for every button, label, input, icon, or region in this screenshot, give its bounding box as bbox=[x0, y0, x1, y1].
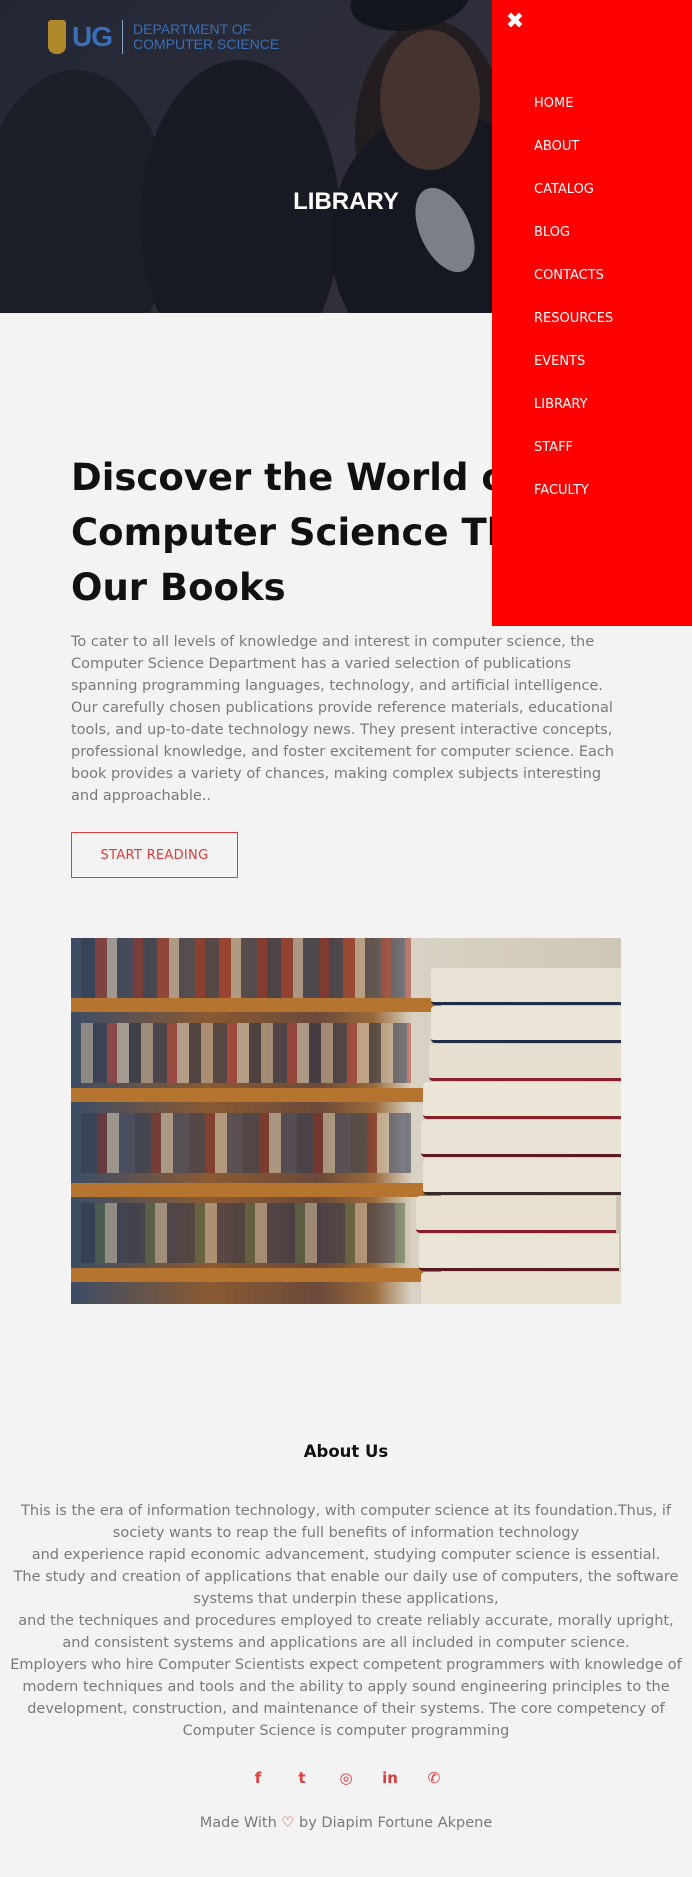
stacked-book bbox=[431, 968, 621, 1005]
stacked-book bbox=[423, 1158, 621, 1195]
about-line: This is the era of information technolog… bbox=[21, 1503, 671, 1541]
facebook-icon[interactable]: f bbox=[248, 1768, 268, 1788]
about-line: and experience rapid economic advancemen… bbox=[31, 1547, 661, 1563]
logo-ug: UG bbox=[72, 21, 113, 52]
book-row bbox=[81, 1113, 411, 1173]
close-icon[interactable]: ✖ bbox=[502, 8, 528, 34]
crest-icon bbox=[48, 20, 66, 54]
book-row bbox=[81, 1023, 411, 1083]
shelf bbox=[71, 1088, 441, 1102]
footer-author: by Diapim Fortune Akpene bbox=[299, 1815, 493, 1831]
headline-line: Discover the World of bbox=[71, 456, 523, 499]
menu-item-home[interactable]: HOME bbox=[534, 82, 613, 125]
twitter-icon[interactable]: t bbox=[292, 1768, 312, 1788]
menu-item-events[interactable]: EVENTS bbox=[534, 340, 613, 383]
instagram-icon[interactable]: ◎ bbox=[336, 1768, 356, 1788]
headline-line: Computer Science Thro bbox=[71, 511, 557, 554]
stacked-book bbox=[419, 1234, 619, 1271]
menu-item-resources[interactable]: RESOURCES bbox=[534, 297, 613, 340]
social-links: f t ◎ in ✆ bbox=[0, 1768, 692, 1788]
menu-item-about[interactable]: ABOUT bbox=[534, 125, 613, 168]
logo-divider bbox=[122, 20, 123, 54]
menu-item-contacts[interactable]: CONTACTS bbox=[534, 254, 613, 297]
about-line: Employers who hire Computer Scientists e… bbox=[10, 1657, 682, 1739]
menu-item-staff[interactable]: STAFF bbox=[534, 426, 613, 469]
menu-item-catalog[interactable]: CATALOG bbox=[534, 168, 613, 211]
shelf bbox=[71, 998, 441, 1012]
intro-paragraph: To cater to all levels of knowledge and … bbox=[71, 634, 615, 804]
footer-made-with: Made With bbox=[199, 1815, 277, 1831]
whatsapp-icon[interactable]: ✆ bbox=[424, 1768, 444, 1788]
menu-item-library[interactable]: LIBRARY bbox=[534, 383, 613, 426]
about-line: and the techniques and procedures employ… bbox=[18, 1613, 674, 1651]
menu-item-faculty[interactable]: FACULTY bbox=[534, 469, 613, 512]
about-heading: About Us bbox=[303, 1442, 389, 1461]
side-menu: HOME ABOUT CATALOG BLOG CONTACTS RESOURC… bbox=[492, 0, 692, 626]
about-line: The study and creation of applications t… bbox=[13, 1569, 679, 1607]
library-books-image bbox=[71, 938, 621, 1304]
logo-dept-line1: DEPARTMENT OF bbox=[133, 21, 252, 37]
stacked-book bbox=[423, 1082, 621, 1119]
headline-line: Our Books bbox=[71, 566, 286, 609]
linkedin-icon[interactable]: in bbox=[380, 1768, 400, 1788]
site-logo[interactable]: UG DEPARTMENT OF COMPUTER SCIENCE bbox=[48, 20, 279, 54]
footer-credit: Made With ♡ by Diapim Fortune Akpene bbox=[0, 1815, 692, 1831]
heart-icon: ♡ bbox=[281, 1815, 295, 1831]
stacked-book bbox=[416, 1196, 616, 1233]
logo-dept-line2: COMPUTER SCIENCE bbox=[133, 36, 280, 52]
menu-list: HOME ABOUT CATALOG BLOG CONTACTS RESOURC… bbox=[534, 82, 613, 512]
logo-department: DEPARTMENT OF COMPUTER SCIENCE bbox=[133, 22, 279, 52]
stacked-book bbox=[431, 1006, 621, 1043]
stacked-book bbox=[429, 1044, 621, 1081]
shelf bbox=[71, 1183, 441, 1197]
menu-item-blog[interactable]: BLOG bbox=[534, 211, 613, 254]
start-reading-button[interactable]: START READING bbox=[71, 832, 238, 878]
about-text: This is the era of information technolog… bbox=[10, 1500, 682, 1742]
book-row bbox=[81, 1203, 411, 1263]
stacked-book bbox=[421, 1272, 621, 1304]
book-row bbox=[81, 938, 411, 998]
shelf bbox=[71, 1268, 441, 1282]
stacked-book bbox=[421, 1120, 621, 1157]
